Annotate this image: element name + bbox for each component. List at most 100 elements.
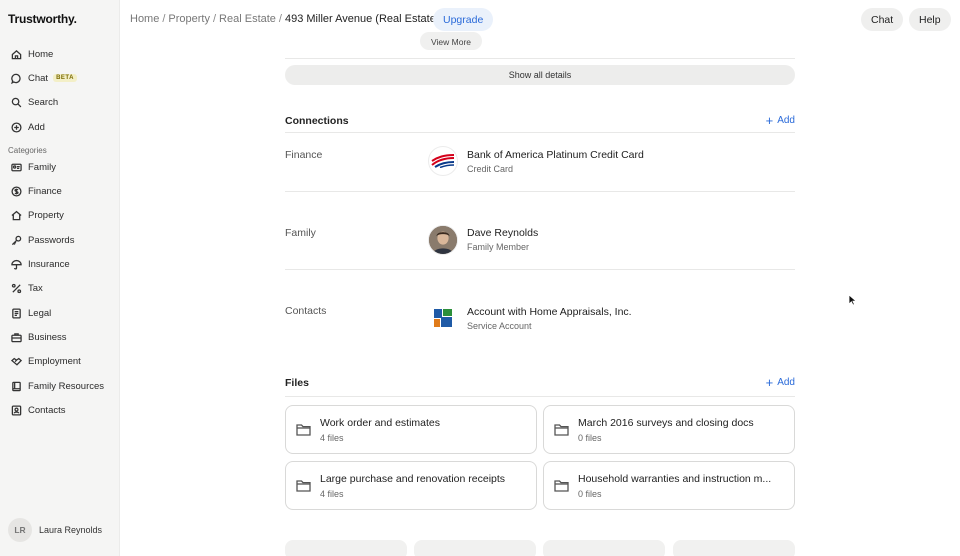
- chat-icon: [10, 72, 22, 84]
- sidebar-item-finance[interactable]: Finance: [0, 179, 120, 203]
- connections-title: Connections: [285, 115, 349, 127]
- file-folder-title: Large purchase and renovation receipts: [320, 473, 506, 485]
- sidebar-item-family-resources[interactable]: Family Resources: [0, 374, 120, 398]
- page-title: 493 Miller Avenue (Real Estate): [284, 13, 440, 25]
- sidebar-item-insurance[interactable]: Insurance: [0, 252, 120, 276]
- sidebar-item-label: Business: [28, 331, 67, 343]
- add-file-button[interactable]: + Add: [766, 376, 795, 389]
- breadcrumb-home[interactable]: Home: [130, 13, 159, 25]
- upgrade-button[interactable]: Upgrade: [433, 8, 494, 31]
- book-icon: [10, 380, 22, 392]
- file-folder-card[interactable]: Household warranties and instruction m..…: [543, 461, 795, 510]
- sidebar: Trustworthy. Home Chat BETA Search Add C…: [0, 0, 120, 556]
- sidebar-item-legal[interactable]: Legal: [0, 301, 120, 325]
- briefcase-icon: [10, 331, 22, 343]
- avatar: LR: [8, 518, 32, 542]
- connection-subtitle: Service Account: [467, 321, 532, 331]
- bank-of-america-logo: [428, 146, 458, 176]
- breadcrumb-property[interactable]: Property: [168, 13, 210, 25]
- file-folder-count: 0 files: [578, 433, 602, 443]
- divider: [285, 132, 795, 133]
- file-folder-card[interactable]: March 2016 surveys and closing docs 0 fi…: [543, 405, 795, 454]
- sidebar-item-label: Insurance: [28, 259, 70, 271]
- sidebar-item-label: Family Resources: [28, 380, 105, 392]
- partial-card[interactable]: [414, 540, 536, 556]
- sidebar-item-passwords[interactable]: Passwords: [0, 228, 120, 252]
- sidebar-item-label: Employment: [28, 356, 81, 368]
- sidebar-item-search[interactable]: Search: [0, 91, 120, 115]
- sidebar-item-label: Property: [28, 210, 64, 222]
- folder-icon: [554, 423, 569, 436]
- breadcrumb-separator: /: [278, 13, 282, 25]
- sidebar-item-label: Home: [28, 48, 54, 60]
- beta-badge: BETA: [53, 74, 77, 83]
- dollar-circle-icon: [10, 186, 22, 198]
- sidebar-item-label: Contacts: [28, 404, 66, 416]
- connection-subtitle: Credit Card: [467, 164, 514, 174]
- sidebar-item-business[interactable]: Business: [0, 325, 120, 349]
- sidebar-item-label: Search: [28, 97, 59, 109]
- home-icon: [10, 48, 22, 60]
- add-label: Add: [777, 115, 795, 126]
- connection-name[interactable]: Dave Reynolds: [467, 227, 538, 239]
- sidebar-item-contacts[interactable]: Contacts: [0, 398, 120, 422]
- person-avatar: [428, 225, 458, 255]
- connection-category: Contacts: [285, 305, 327, 317]
- search-icon: [10, 97, 22, 109]
- home-appraisals-logo: [428, 303, 458, 333]
- show-all-details-button[interactable]: Show all details: [285, 65, 795, 85]
- partial-card[interactable]: [543, 540, 665, 556]
- chat-button[interactable]: Chat: [861, 8, 904, 31]
- sidebar-item-label: Add: [28, 121, 45, 133]
- divider: [285, 269, 795, 270]
- house-icon: [10, 210, 22, 222]
- connection-name[interactable]: Bank of America Platinum Credit Card: [467, 149, 644, 161]
- add-connection-button[interactable]: + Add: [765, 112, 795, 128]
- help-button[interactable]: Help: [909, 8, 951, 31]
- sidebar-item-add[interactable]: Add: [0, 115, 120, 139]
- divider: [285, 58, 795, 59]
- view-more-button[interactable]: View More: [420, 32, 482, 50]
- categories-heading: Categories: [8, 146, 47, 156]
- sidebar-item-family[interactable]: Family: [0, 155, 120, 179]
- breadcrumb-real-estate[interactable]: Real Estate: [219, 13, 276, 25]
- sidebar-item-home[interactable]: Home: [0, 42, 120, 66]
- plus-circle-icon: [10, 121, 22, 133]
- file-folder-count: 4 files: [320, 489, 344, 499]
- sidebar-nav: Home Chat BETA Search Add Categories Fam…: [0, 42, 120, 422]
- files-title: Files: [285, 377, 309, 389]
- breadcrumb-separator: /: [212, 13, 217, 25]
- file-folder-card[interactable]: Work order and estimates 4 files: [285, 405, 537, 454]
- sidebar-item-label: Passwords: [28, 234, 75, 246]
- partial-card[interactable]: [673, 540, 795, 556]
- sidebar-item-label: Finance: [28, 186, 62, 198]
- handshake-icon: [10, 356, 22, 368]
- sidebar-item-label: Tax: [28, 283, 43, 295]
- connection-category: Finance: [285, 149, 323, 161]
- sidebar-item-label: Chat: [28, 72, 49, 84]
- connection-subtitle: Family Member: [467, 242, 530, 252]
- connection-name[interactable]: Account with Home Appraisals, Inc.: [467, 306, 632, 318]
- user-profile[interactable]: LR Laura Reynolds: [8, 518, 102, 542]
- contact-icon: [10, 404, 22, 416]
- folder-icon: [296, 423, 311, 436]
- file-folder-title: Work order and estimates: [320, 417, 441, 429]
- sidebar-item-label: Family: [28, 161, 56, 173]
- umbrella-icon: [10, 259, 22, 271]
- partial-card[interactable]: [285, 540, 407, 556]
- sidebar-item-chat[interactable]: Chat BETA: [0, 66, 120, 90]
- plus-icon: +: [765, 112, 774, 128]
- sidebar-item-tax[interactable]: Tax: [0, 277, 120, 301]
- sidebar-item-property[interactable]: Property: [0, 204, 120, 228]
- mouse-cursor-icon: [848, 294, 858, 306]
- folder-icon: [554, 479, 569, 492]
- id-card-icon: [10, 161, 22, 173]
- add-label: Add: [777, 377, 795, 388]
- sidebar-item-employment[interactable]: Employment: [0, 350, 120, 374]
- app-logo[interactable]: Trustworthy.: [8, 12, 77, 26]
- breadcrumb: Home / Property / Real Estate/493 Miller Ave…: [130, 13, 439, 25]
- connection-category: Family: [285, 227, 316, 239]
- file-folder-card[interactable]: Large purchase and renovation receipts 4…: [285, 461, 537, 510]
- key-icon: [10, 234, 22, 246]
- file-folder-title: March 2016 surveys and closing docs: [578, 417, 754, 429]
